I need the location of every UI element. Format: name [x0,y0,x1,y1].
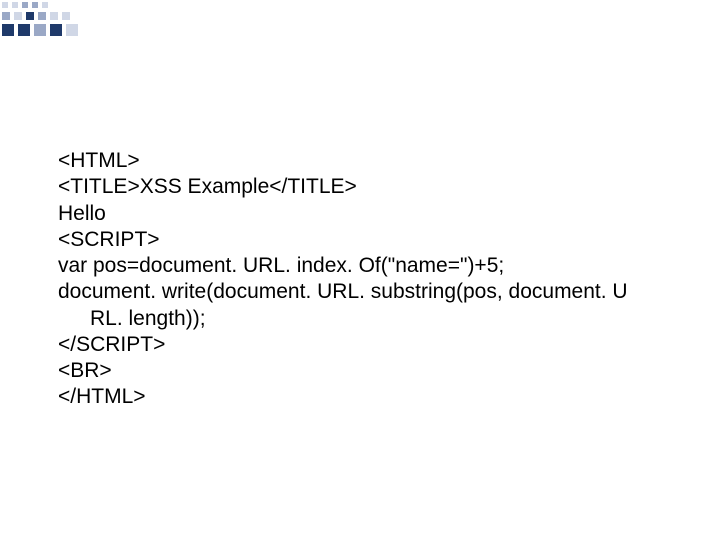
code-line: <TITLE>XSS Example</TITLE> [58,174,658,200]
code-line: var pos=document. URL. index. Of("name="… [58,253,658,279]
code-example: <HTML> <TITLE>XSS Example</TITLE> Hello … [58,148,658,411]
code-line: <BR> [58,358,658,384]
code-line: Hello [58,201,658,227]
code-line: </SCRIPT> [58,332,658,358]
code-line: document. write(document. URL. substring… [58,279,658,305]
code-line: <HTML> [58,148,658,174]
code-line: <SCRIPT> [58,227,658,253]
slide: <HTML> <TITLE>XSS Example</TITLE> Hello … [0,0,720,540]
code-line: RL. length)); [58,306,658,332]
corner-squares-decoration [0,0,120,40]
code-line: </HTML> [58,384,658,410]
